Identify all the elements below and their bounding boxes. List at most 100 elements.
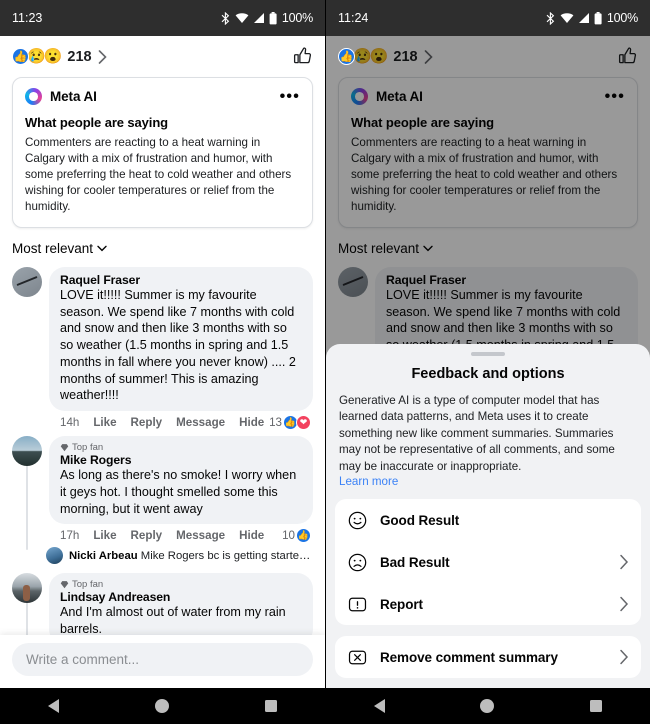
- love-icon: ❤: [296, 415, 311, 431]
- comment-reply-preview[interactable]: Nicki Arbeau Mike Rogers bc is getting s…: [0, 544, 325, 568]
- wifi-icon: [560, 13, 574, 23]
- status-bar: 11:24 100%: [326, 0, 650, 36]
- status-bar: 11:23 100%: [0, 0, 325, 36]
- comment-text: As long as there's no smoke! I worry whe…: [60, 468, 297, 516]
- post-content-left: 👍 😢 😮 218 Meta AI ••• What people are sa…: [0, 36, 325, 724]
- comment-like-action[interactable]: Like: [93, 529, 116, 542]
- cell-signal-icon: [253, 13, 264, 23]
- comment-author[interactable]: Raquel Fraser: [60, 273, 302, 287]
- home-circle-icon[interactable]: [480, 699, 495, 713]
- sort-label: Most relevant: [12, 240, 94, 256]
- comment-reaction-summary[interactable]: 13 👍 ❤: [269, 415, 311, 431]
- ai-brand-label: Meta AI: [50, 89, 97, 104]
- meta-ai-summary-card: Meta AI ••• What people are saying Comme…: [12, 77, 313, 228]
- reaction-summary[interactable]: 👍 😢 😮 218: [12, 48, 107, 65]
- comment-reply-action[interactable]: Reply: [131, 529, 163, 542]
- back-triangle-icon[interactable]: [373, 699, 385, 713]
- sheet-drag-handle[interactable]: [471, 351, 505, 356]
- learn-more-link[interactable]: Learn more: [326, 475, 650, 488]
- comment-message-action[interactable]: Message: [176, 529, 225, 542]
- top-fan-label: Top fan: [72, 579, 104, 591]
- top-fan-icon: [60, 581, 69, 589]
- battery-percent: 100%: [281, 11, 313, 25]
- sheet-item-label: Remove comment summary: [380, 649, 558, 665]
- status-time: 11:24: [338, 11, 369, 25]
- comment-message-action[interactable]: Message: [176, 416, 225, 429]
- comment-bubble: Top fan Mike Rogers As long as there's n…: [49, 436, 313, 525]
- phone-screen-left: 11:23 100% 👍 😢 😮 218 Meta AI ••• What pe…: [0, 0, 325, 724]
- ai-card-title: What people are saying: [25, 115, 169, 130]
- comment-reaction-count: 10: [282, 529, 295, 543]
- comment-item: Raquel Fraser LOVE it!!!!! Summer is my …: [0, 262, 325, 431]
- comment-bubble: Top fan Lindsay Andreasen And I'm almost…: [49, 573, 313, 645]
- sheet-description: Generative AI is a type of computer mode…: [339, 393, 615, 473]
- smiley-face-icon: [347, 510, 367, 530]
- reply-text: Nicki Arbeau Mike Rogers bc is getting s…: [69, 550, 313, 562]
- wow-emoji: 😮: [43, 48, 63, 65]
- sheet-item-remove-comment-summary[interactable]: Remove comment summary: [335, 636, 641, 678]
- top-fan-badge: Top fan: [60, 442, 302, 453]
- comment-hide-action[interactable]: Hide: [239, 529, 264, 542]
- sheet-item-label: Report: [380, 596, 423, 612]
- x-box-icon: [347, 647, 367, 667]
- chevron-down-icon: [97, 245, 107, 252]
- battery-icon: [269, 11, 277, 24]
- comment-body: Top fan Mike Rogers As long as there's n…: [49, 436, 313, 544]
- sheet-item-label: Good Result: [380, 512, 460, 528]
- feedback-bottom-sheet: Feedback and options Generative AI is a …: [326, 343, 650, 688]
- chevron-right-icon: [98, 49, 107, 64]
- sheet-item-good-result[interactable]: Good Result: [335, 499, 641, 541]
- bluetooth-icon: [221, 11, 230, 25]
- avatar[interactable]: [12, 436, 42, 467]
- comment-actions: 14h Like Reply Message Hide 13 👍 ❤: [49, 411, 313, 431]
- comment-reply-action[interactable]: Reply: [131, 416, 163, 429]
- status-icons: 100%: [545, 11, 638, 25]
- status-time: 11:23: [12, 11, 43, 25]
- like-icon: 👍: [12, 48, 29, 65]
- home-circle-icon[interactable]: [155, 699, 169, 713]
- exclamation-box-icon: [347, 594, 367, 614]
- comment-text: And I'm almost out of water from my rain…: [60, 605, 286, 636]
- back-triangle-icon[interactable]: [48, 699, 59, 713]
- sheet-item-bad-result[interactable]: Bad Result: [335, 541, 641, 583]
- like-button[interactable]: [292, 46, 313, 67]
- comment-hide-action[interactable]: Hide: [239, 416, 264, 429]
- comment-actions: 17h Like Reply Message Hide 10 👍: [49, 524, 313, 544]
- avatar: [46, 547, 63, 565]
- comment-text: LOVE it!!!!! Summer is my favourite seas…: [60, 287, 296, 403]
- sheet-group-remove: Remove comment summary: [335, 636, 641, 678]
- sheet-group-feedback: Good Result Bad Result Report: [335, 499, 641, 625]
- system-navbar: [0, 688, 325, 724]
- comment-timestamp: 14h: [60, 416, 80, 430]
- comment-author[interactable]: Lindsay Andreasen: [60, 590, 302, 604]
- sheet-item-label: Bad Result: [380, 554, 450, 570]
- sort-selector[interactable]: Most relevant: [0, 228, 325, 262]
- comment-reaction-summary[interactable]: 10 👍: [282, 528, 311, 544]
- comment-bubble: Raquel Fraser LOVE it!!!!! Summer is my …: [49, 266, 313, 412]
- avatar[interactable]: [12, 266, 42, 297]
- sheet-title: Feedback and options: [411, 365, 565, 382]
- comment-input[interactable]: Write a comment...: [12, 643, 313, 676]
- comment-like-action[interactable]: Like: [93, 416, 116, 429]
- post-content-right: 👍 😢 😮 218 Meta AI ••• What people are sa…: [326, 36, 650, 724]
- phone-screen-right: 11:24 100% 👍 😢 😮 218 Meta AI ••• What pe…: [325, 0, 650, 724]
- screenshot-pair: 11:23 100% 👍 😢 😮 218 Meta AI ••• What pe…: [0, 0, 650, 724]
- more-options-icon[interactable]: •••: [280, 88, 300, 104]
- reaction-count: 218: [67, 48, 92, 65]
- comment-author[interactable]: Mike Rogers: [60, 453, 302, 467]
- ai-brand: Meta AI: [25, 88, 97, 105]
- like-icon: 👍: [296, 528, 311, 544]
- recents-square-icon[interactable]: [590, 700, 603, 712]
- comment-composer[interactable]: Write a comment...: [0, 635, 325, 688]
- battery-percent: 100%: [606, 11, 638, 25]
- recents-square-icon[interactable]: [265, 700, 277, 712]
- thread-line: [26, 465, 28, 551]
- reply-author[interactable]: Nicki Arbeau: [69, 550, 138, 562]
- chevron-right-icon: [619, 596, 629, 612]
- sheet-item-report[interactable]: Report: [335, 583, 641, 625]
- ai-card-header: Meta AI •••: [25, 88, 300, 105]
- chevron-right-icon: [619, 554, 629, 570]
- system-navbar: [326, 688, 650, 724]
- like-icon: 👍: [338, 48, 355, 65]
- avatar[interactable]: [12, 573, 42, 604]
